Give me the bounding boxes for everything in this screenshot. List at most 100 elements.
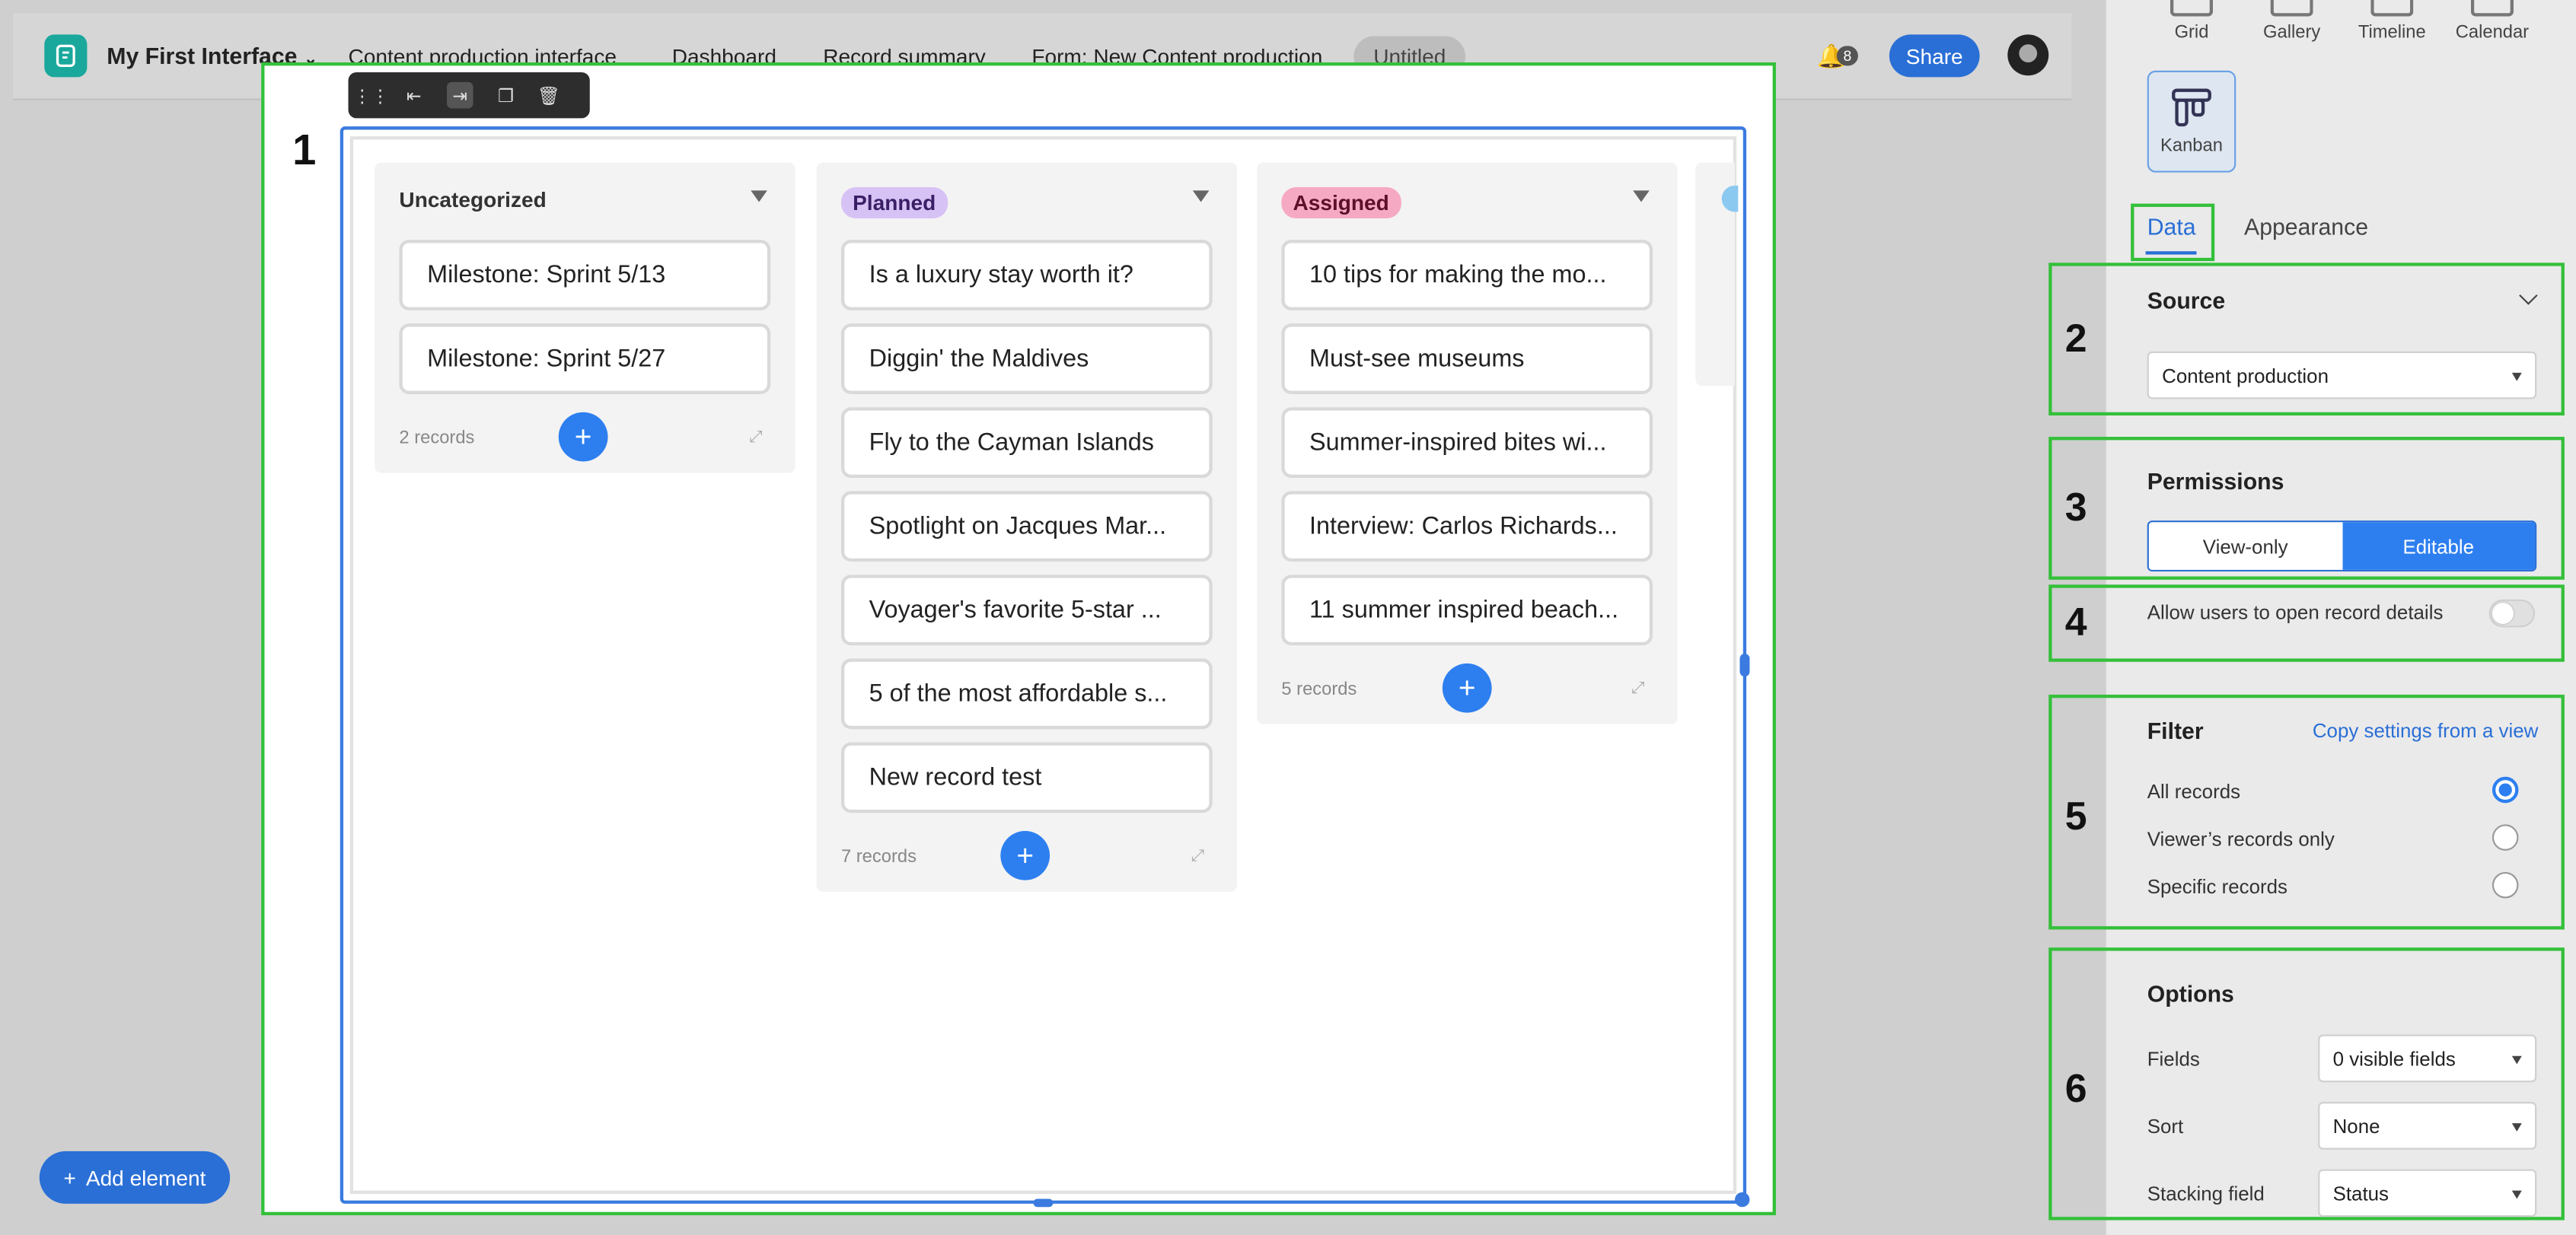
record-details-toggle[interactable] — [2488, 599, 2536, 628]
kanban-card[interactable]: 10 tips for making the mo... — [1281, 240, 1653, 310]
caret-icon — [2511, 1190, 2522, 1199]
sort-select[interactable]: None — [2318, 1102, 2537, 1150]
stacking-field-select[interactable]: Status — [2318, 1169, 2537, 1217]
add-record-button[interactable]: + — [558, 412, 608, 462]
kanban-card[interactable]: Diggin' the Maldives — [840, 323, 1213, 394]
source-value: Content production — [2162, 364, 2329, 387]
notification-count: 8 — [1836, 46, 1858, 66]
kanban-card[interactable]: Spotlight on Jacques Mar... — [840, 491, 1213, 562]
view-type-label: Gallery — [2263, 23, 2321, 43]
add-element-label: Add element — [85, 1165, 206, 1190]
editable-option[interactable]: Editable — [2342, 522, 2536, 570]
kanban-card[interactable]: 5 of the most affordable s... — [840, 658, 1213, 730]
resize-handle-corner[interactable] — [1735, 1192, 1750, 1208]
duplicate-icon[interactable]: ❐ — [496, 85, 516, 106]
column-menu-caret-icon[interactable] — [751, 190, 767, 202]
kanban-icon — [2172, 88, 2211, 127]
kanban-card[interactable]: Voyager's favorite 5-star ... — [840, 575, 1213, 646]
gallery-icon — [2270, 0, 2313, 17]
width-full-icon[interactable]: ⇥ — [447, 81, 473, 109]
all-records-radio[interactable] — [2492, 776, 2519, 804]
expand-icon[interactable]: ⤢ — [1631, 680, 1650, 698]
view-type-label: Kanban — [2160, 136, 2223, 157]
copy-settings-link[interactable]: Copy settings from a view — [2313, 719, 2539, 742]
permissions-section: 3 Permissions View-only Editable — [2048, 437, 2565, 580]
column-menu-caret-icon[interactable] — [1192, 190, 1210, 202]
view-only-option[interactable]: View-only — [2148, 522, 2342, 570]
expand-icon[interactable]: ⤢ — [749, 428, 767, 447]
column-menu-caret-icon[interactable] — [1633, 190, 1650, 202]
specific-records-radio[interactable] — [2492, 871, 2519, 899]
element-toolbar: ⋮⋮ ⇤ ⇥ ❐ 🗑 — [348, 72, 590, 119]
stacking-field-value: Status — [2332, 1181, 2389, 1205]
add-record-button[interactable]: + — [1000, 831, 1050, 880]
section-number: 4 — [2064, 600, 2087, 646]
kanban-card[interactable]: Is a luxury stay worth it? — [840, 240, 1213, 310]
tab-data[interactable]: Data — [2147, 214, 2196, 240]
fields-value: 0 visible fields — [2332, 1046, 2456, 1071]
width-narrow-icon[interactable]: ⇤ — [404, 85, 424, 106]
kanban-column-planned: Planned Is a luxury stay worth it? Diggi… — [816, 162, 1238, 892]
options-title: Options — [2147, 980, 2234, 1007]
permissions-title: Permissions — [2147, 468, 2284, 495]
view-type-grid[interactable]: Grid — [2142, 0, 2240, 43]
view-type-timeline[interactable]: Timeline — [2343, 0, 2441, 43]
column-record-count: 7 records — [840, 847, 917, 867]
expand-icon[interactable]: ⤢ — [1191, 848, 1210, 866]
fields-label: Fields — [2147, 1047, 2200, 1071]
kanban-card[interactable]: Must-see museums — [1281, 323, 1653, 394]
section-number: 6 — [2064, 1067, 2087, 1112]
column-record-count: 5 records — [1281, 680, 1357, 700]
source-section: 2 Source Content production — [2048, 263, 2565, 416]
options-section: 6 Options Fields 0 visible fields Sort N… — [2048, 947, 2565, 1221]
resize-handle-bottom[interactable] — [1033, 1198, 1054, 1208]
kanban-card[interactable]: Milestone: Sprint 5/13 — [399, 240, 771, 310]
view-type-kanban[interactable]: Kanban — [2147, 70, 2236, 173]
view-type-label: Timeline — [2358, 23, 2426, 43]
kanban-card[interactable]: Milestone: Sprint 5/27 — [399, 323, 771, 394]
calendar-icon — [2470, 0, 2514, 17]
sort-label: Sort — [2147, 1115, 2184, 1138]
viewers-records-radio[interactable] — [2492, 824, 2519, 851]
block-number-1: 1 — [292, 125, 317, 174]
caret-icon — [2511, 372, 2522, 381]
kanban-column-uncategorized: Uncategorized Milestone: Sprint 5/13 Mil… — [375, 162, 795, 473]
caret-icon — [2511, 1123, 2522, 1132]
fields-select[interactable]: 0 visible fields — [2318, 1034, 2537, 1083]
kanban-card[interactable]: Fly to the Cayman Islands — [840, 407, 1213, 479]
source-title: Source — [2147, 287, 2226, 314]
grid-icon — [2170, 0, 2214, 17]
kanban-column-assigned: Assigned 10 tips for making the mo... Mu… — [1256, 162, 1678, 724]
share-button[interactable]: Share — [1889, 34, 1980, 78]
chevron-down-icon[interactable] — [2519, 286, 2538, 305]
kanban-card[interactable]: New record test — [840, 742, 1213, 813]
filter-option-label: Specific records — [2147, 875, 2287, 899]
source-select[interactable]: Content production — [2147, 351, 2537, 399]
plus-icon: + — [63, 1165, 76, 1190]
kanban-card[interactable]: Summer-inspired bites wi... — [1281, 407, 1653, 479]
add-record-button[interactable]: + — [1442, 663, 1492, 713]
stage: My First Interface ⌄ Content production i… — [0, 0, 2576, 1235]
kanban-card[interactable]: Interview: Carlos Richards... — [1281, 491, 1653, 562]
sort-value: None — [2332, 1114, 2380, 1138]
trash-icon[interactable]: 🗑 — [537, 85, 560, 106]
view-type-label: Grid — [2174, 23, 2209, 43]
section-number: 5 — [2064, 794, 2087, 839]
app-logo-icon[interactable] — [44, 34, 88, 78]
tab-appearance[interactable]: Appearance — [2244, 214, 2368, 240]
filter-option-label: Viewer’s records only — [2147, 827, 2335, 851]
add-element-button[interactable]: + Add element — [39, 1151, 231, 1204]
view-type-gallery[interactable]: Gallery — [2243, 0, 2341, 43]
section-number: 3 — [2064, 485, 2087, 531]
column-title: Planned — [840, 187, 948, 219]
kanban-card[interactable]: 11 summer inspired beach... — [1281, 575, 1653, 646]
record-details-label: Allow users to open record details — [2147, 600, 2444, 625]
stacking-field-label: Stacking field — [2147, 1182, 2265, 1206]
view-type-calendar[interactable]: Calendar — [2443, 0, 2541, 43]
resize-handle-right[interactable] — [1739, 653, 1750, 677]
view-type-label: Calendar — [2455, 23, 2530, 43]
drag-handle-icon[interactable]: ⋮⋮ — [353, 85, 389, 106]
column-title: Assigned — [1281, 187, 1401, 219]
kanban-column-partial — [1695, 162, 1739, 387]
avatar[interactable] — [2007, 34, 2049, 76]
